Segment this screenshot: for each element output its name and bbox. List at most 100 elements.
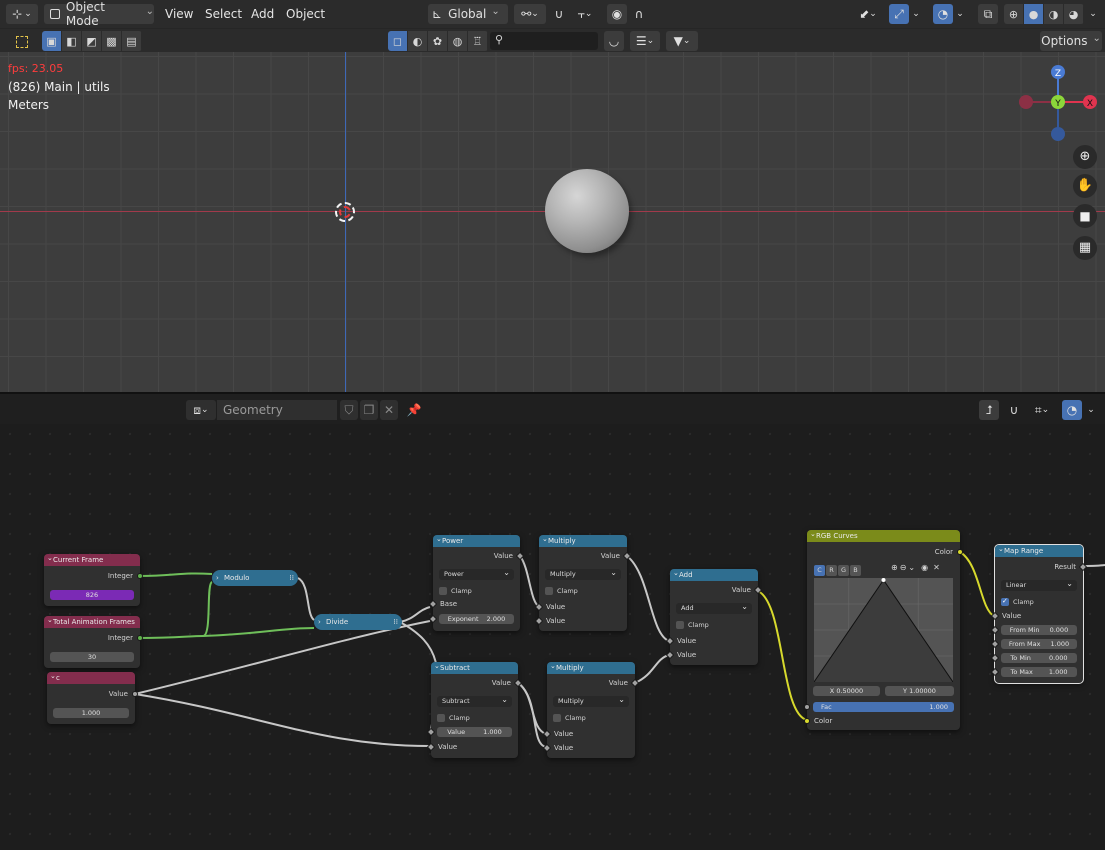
tree-browse-button[interactable]: ⧈ ⌄ — [186, 400, 216, 420]
menu-view[interactable]: View — [165, 0, 193, 28]
clamp-checkbox[interactable]: Clamp — [545, 586, 578, 596]
clamp-checkbox[interactable]: Clamp — [553, 713, 586, 723]
to-min-field[interactable]: To Min 0.000 — [1001, 653, 1077, 663]
node-c[interactable]: c Value 1.000 — [47, 670, 138, 724]
duplicate-button[interactable]: ❐ — [360, 400, 378, 420]
filter-brush-button[interactable]: ♖ — [468, 31, 488, 51]
menu-add[interactable]: Add — [251, 0, 274, 28]
material-shading-button[interactable]: ◑ — [1044, 4, 1064, 24]
rendered-shading-button[interactable]: ◕ — [1064, 4, 1084, 24]
select-subtract-button[interactable]: ◩ — [82, 31, 102, 51]
node-subtract[interactable]: Subtract Value Subtract Clamp Value 1.00… — [426, 660, 523, 758]
navigation-gizmo[interactable]: Z X Y — [1012, 62, 1102, 142]
node-overlays-dropdown[interactable]: ⌄ — [1084, 400, 1098, 420]
c-value-field[interactable]: 1.000 — [53, 708, 129, 718]
curve-y-field[interactable]: Y 1.00000 — [885, 686, 954, 696]
filter-button[interactable]: ▼ ⌄ — [666, 31, 698, 51]
exponent-field[interactable]: Exponent 2.000 — [439, 614, 514, 624]
search-field[interactable]: ⚲ — [490, 32, 598, 50]
frame-value-field[interactable]: 826 — [50, 590, 134, 600]
select-intersect-button[interactable]: ▤ — [122, 31, 142, 51]
zoom-button[interactable]: ⊕ — [1073, 145, 1097, 169]
to-max-field[interactable]: To Max 1.000 — [1001, 667, 1077, 677]
select-box-tool-button[interactable] — [12, 32, 32, 52]
chevron-down-icon[interactable]: ⌄ — [908, 563, 917, 572]
fake-user-button[interactable]: ⛉ — [340, 400, 358, 420]
sphere-object[interactable] — [545, 169, 629, 253]
sort-button[interactable]: ☰ ⌄ — [630, 31, 660, 51]
node-total-animation-frames[interactable]: Total Animation Frames Integer 30 — [44, 614, 143, 668]
operation-select[interactable]: Power — [439, 567, 514, 580]
node-current-frame[interactable]: Current Frame Integer 826 — [44, 552, 143, 606]
select-invert-button[interactable]: ▩ — [102, 31, 122, 51]
shading-dropdown[interactable]: ⌄ — [1086, 4, 1100, 24]
3d-viewport[interactable]: fps: 23.05 (826) Main | utils Meters Z X… — [0, 52, 1105, 392]
node-rgb-curves[interactable]: RGB Curves Color C R G B ⊕⊖⌄◉✕ X 0.50000… — [804, 528, 963, 730]
overlays-toggle[interactable]: ◔ — [933, 4, 953, 24]
channel-tab-g[interactable]: G — [838, 565, 849, 576]
orientation-dropdown[interactable]: ⊾ Global — [428, 4, 508, 24]
options-dropdown[interactable]: Options — [1040, 31, 1102, 51]
node-add[interactable]: Add Value Add Clamp Value Value — [665, 567, 763, 665]
overlays-dropdown[interactable]: ⌄ — [953, 4, 967, 24]
close-icon[interactable]: ✕ — [933, 563, 942, 572]
output-socket[interactable] — [132, 691, 138, 697]
proportional-edit-toggle[interactable]: ◉ — [607, 4, 627, 24]
output-socket[interactable] — [957, 549, 963, 555]
menu-object[interactable]: Object — [286, 0, 325, 28]
parent-tree-button[interactable]: ⮥ — [979, 400, 999, 420]
display-mode-button[interactable]: ◡ — [604, 31, 624, 51]
operation-select[interactable]: Subtract — [437, 694, 512, 707]
mode-dropdown[interactable]: Object Mode — [44, 0, 154, 28]
gizmo-toggle[interactable]: ⤢ — [889, 4, 909, 24]
channel-tab-r[interactable]: R — [826, 565, 837, 576]
filter-texture-button[interactable]: ✿ — [428, 31, 448, 51]
snap-toggle[interactable]: ∪ — [549, 4, 569, 24]
clamp-checkbox[interactable]: Clamp — [1001, 596, 1034, 607]
channel-tab-b[interactable]: B — [850, 565, 861, 576]
output-socket[interactable] — [137, 573, 143, 579]
unlink-button[interactable]: ✕ — [380, 400, 398, 420]
frames-value-field[interactable]: 30 — [50, 652, 134, 662]
clamp-checkbox[interactable]: Clamp — [437, 713, 470, 723]
snap-target-button[interactable]: ⫟ ⌄ — [569, 4, 601, 24]
from-max-field[interactable]: From Max 1.000 — [1001, 639, 1077, 649]
select-extend-button[interactable]: ◧ — [62, 31, 82, 51]
filter-world-button[interactable]: ◍ — [448, 31, 468, 51]
falloff-button[interactable]: ∩ — [628, 4, 650, 24]
value-field[interactable]: Value 1.000 — [437, 727, 512, 737]
editor-type-button[interactable]: ⊹ ⌄ — [6, 4, 38, 24]
operation-select[interactable]: Multiply — [545, 567, 621, 580]
fac-socket[interactable] — [804, 704, 810, 710]
filter-material-button[interactable]: ◐ — [408, 31, 428, 51]
channel-tab-c[interactable]: C — [814, 565, 825, 576]
node-snap-toggle[interactable]: ∪ — [1004, 400, 1024, 420]
node-overlays-toggle[interactable]: ◔ — [1062, 400, 1082, 420]
node-editor-canvas[interactable]: Current Frame Integer 826 Total Animatio… — [0, 424, 1105, 850]
camera-view-button[interactable]: ■ — [1073, 204, 1097, 228]
pan-button[interactable]: ✋ — [1073, 174, 1097, 198]
clamp-checkbox[interactable]: Clamp — [676, 620, 709, 630]
node-multiply-1[interactable]: Multiply Value Multiply Clamp Value Valu… — [534, 533, 632, 631]
ortho-toggle-button[interactable]: ▦ — [1073, 236, 1097, 260]
solid-shading-button[interactable]: ● — [1024, 4, 1044, 24]
clip-icon[interactable]: ◉ — [921, 563, 930, 572]
zoom-in-icon[interactable]: ⊕ — [891, 563, 900, 572]
output-socket[interactable] — [137, 635, 143, 641]
visibility-button[interactable]: ⬋ ⌄ — [852, 4, 884, 24]
fac-field[interactable]: Fac 1.000 — [813, 702, 954, 712]
clamp-checkbox[interactable]: Clamp — [439, 586, 472, 596]
curve-graph[interactable] — [814, 578, 953, 682]
xray-toggle[interactable]: ⧉ — [978, 4, 998, 24]
node-multiply-2[interactable]: Multiply Value Multiply Clamp Value Valu… — [542, 660, 640, 758]
node-power[interactable]: Power Value Power Clamp Base Exponent 2.… — [428, 533, 525, 631]
tree-name-field[interactable]: Geometry Nodes.003 — [217, 400, 337, 437]
filter-object-button[interactable]: ◻ — [388, 31, 408, 51]
operation-select[interactable]: Multiply — [553, 694, 629, 707]
color-input-socket[interactable] — [804, 718, 810, 724]
node-map-range[interactable]: Map Range Result Linear Clamp Value From… — [990, 543, 1088, 684]
pin-button[interactable]: 📌 — [404, 400, 424, 420]
node-snap-target-button[interactable]: ⌗ ⌄ — [1026, 400, 1058, 420]
operation-select[interactable]: Add — [676, 601, 752, 614]
node-divide[interactable]: › Divide ⁞⁞ — [314, 614, 402, 630]
